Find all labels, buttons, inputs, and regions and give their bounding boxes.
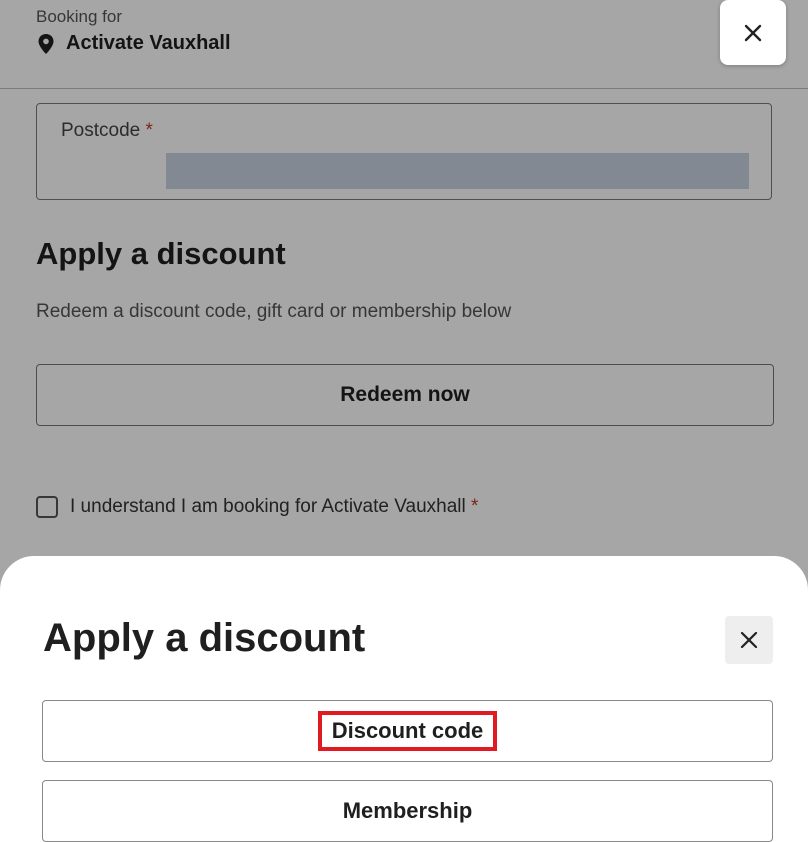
close-sheet-button[interactable] [725, 616, 773, 664]
membership-label: Membership [342, 798, 473, 823]
discount-code-label: Discount code [317, 711, 498, 751]
close-icon [744, 24, 762, 41]
close-icon [740, 631, 758, 649]
membership-button[interactable]: Membership [42, 780, 773, 842]
close-booking-button[interactable] [720, 0, 786, 65]
sheet-title: Apply a discount [43, 616, 366, 660]
apply-discount-sheet: Apply a discount Discount code Membershi… [0, 556, 808, 842]
discount-code-button[interactable]: Discount code [42, 700, 773, 762]
